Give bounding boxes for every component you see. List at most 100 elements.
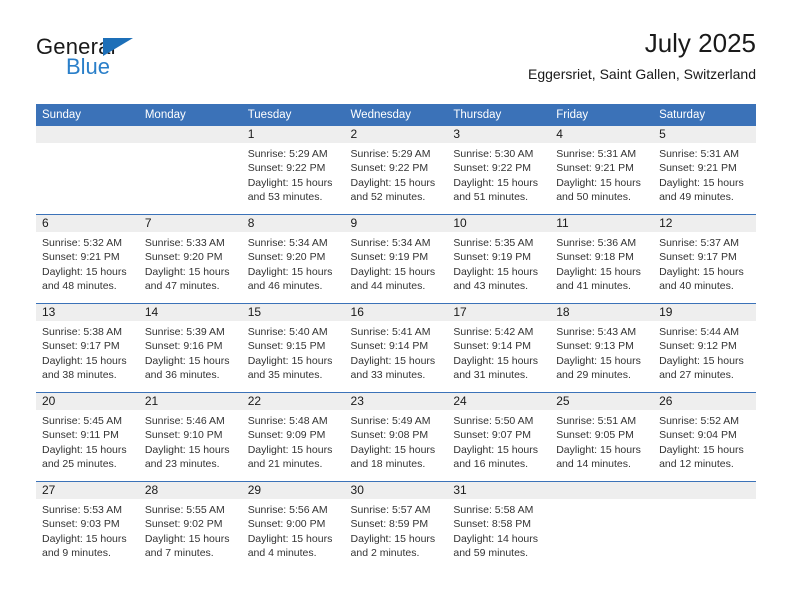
daylight-text-line2: and 2 minutes.: [350, 546, 420, 559]
calendar-day-cell[interactable]: 25 Sunrise: 5:51 AM Sunset: 9:05 PM Dayligh…: [550, 392, 654, 482]
calendar-day-cell[interactable]: 2 Sunrise: 5:29 AM Sunset: 9:22 PM Daylight…: [344, 126, 448, 215]
daylight-text-line1: Daylight: 15 hours: [556, 176, 641, 189]
sunrise-text: Sunrise: 5:33 AM: [144, 237, 225, 249]
calendar-day-cell[interactable]: 13 Sunrise: 5:38 AM Sunset: 9:17 PM Dayligh…: [36, 303, 139, 393]
daylight-text-line2: and 47 minutes.: [144, 279, 220, 292]
daylight-text-line1: Daylight: 15 hours: [42, 532, 127, 545]
sunset-text: Sunset: 9:21 PM: [556, 162, 634, 175]
calendar-day-cell[interactable]: 30 Sunrise: 5:57 AM Sunset: 8:59 PM Dayligh…: [344, 481, 448, 570]
sunset-text: Sunset: 9:14 PM: [350, 340, 429, 353]
sunset-text: Sunset: 9:22 PM: [247, 162, 326, 175]
sunset-text: Sunset: 9:08 PM: [350, 429, 429, 442]
calendar-day-cell[interactable]: 7 Sunrise: 5:33 AM Sunset: 9:20 PM Daylight…: [138, 214, 242, 304]
day-number: [550, 482, 654, 499]
calendar-day-cell[interactable]: 20 Sunrise: 5:45 AM Sunset: 9:11 PM Dayligh…: [36, 392, 139, 482]
daylight-text-line2: and 46 minutes.: [247, 279, 323, 292]
day-details: Sunrise: 5:53 AM Sunset: 9:03 PM Daylight:…: [36, 499, 139, 560]
day-number: 27: [36, 482, 139, 499]
calendar-day-cell[interactable]: 26 Sunrise: 5:52 AM Sunset: 9:04 PM Dayligh…: [653, 392, 756, 482]
calendar-day-cell[interactable]: 5 Sunrise: 5:31 AM Sunset: 9:21 PM Daylight…: [653, 126, 756, 215]
calendar-day-cell[interactable]: 4 Sunrise: 5:31 AM Sunset: 9:21 PM Daylight…: [550, 126, 654, 215]
calendar-day-cell[interactable]: 11 Sunrise: 5:36 AM Sunset: 9:18 PM Dayligh…: [550, 214, 654, 304]
sunrise-text: Sunrise: 5:52 AM: [659, 415, 740, 427]
calendar-day-cell[interactable]: 6 Sunrise: 5:32 AM Sunset: 9:21 PM Daylight…: [36, 214, 139, 304]
calendar-day-cell[interactable]: 21 Sunrise: 5:46 AM Sunset: 9:10 PM Dayligh…: [138, 392, 242, 482]
calendar-day-cell[interactable]: 15 Sunrise: 5:40 AM Sunset: 9:15 PM Dayligh…: [241, 303, 345, 393]
day-details: Sunrise: 5:35 AM Sunset: 9:19 PM Daylight:…: [447, 232, 550, 293]
daylight-text-line1: Daylight: 15 hours: [556, 443, 641, 456]
sunrise-text: Sunrise: 5:31 AM: [659, 148, 740, 160]
sunset-text: Sunset: 9:21 PM: [42, 251, 120, 264]
sunrise-text: Sunrise: 5:50 AM: [453, 415, 534, 427]
daylight-text-line1: Daylight: 15 hours: [556, 354, 641, 367]
calendar-day-cell[interactable]: 16 Sunrise: 5:41 AM Sunset: 9:14 PM Dayligh…: [344, 303, 448, 393]
daylight-text-line1: Daylight: 15 hours: [42, 354, 127, 367]
calendar-day-cell[interactable]: 23 Sunrise: 5:49 AM Sunset: 9:08 PM Dayligh…: [344, 392, 448, 482]
daylight-text-line1: Daylight: 15 hours: [247, 443, 333, 456]
day-details: Sunrise: 5:32 AM Sunset: 9:21 PM Daylight:…: [36, 232, 139, 293]
calendar-day-cell[interactable]: 14 Sunrise: 5:39 AM Sunset: 9:16 PM Dayligh…: [138, 303, 242, 393]
day-number: 20: [36, 393, 139, 410]
title-block: July 2025 Eggersriet, Saint Gallen, Swit…: [528, 28, 756, 83]
day-number: 29: [241, 482, 345, 499]
calendar-day-cell-empty: [36, 126, 139, 215]
day-number: [138, 126, 242, 143]
calendar-day-cell[interactable]: 9 Sunrise: 5:34 AM Sunset: 9:19 PM Daylight…: [344, 214, 448, 304]
day-number: 10: [447, 215, 551, 232]
calendar-week-row: 1 Sunrise: 5:29 AM Sunset: 9:22 PM Daylight…: [36, 126, 756, 215]
day-details: Sunrise: 5:40 AM Sunset: 9:15 PM Daylight:…: [242, 321, 345, 382]
day-number: 23: [344, 393, 448, 410]
daylight-text-line2: and 4 minutes.: [247, 546, 317, 559]
day-details: Sunrise: 5:50 AM Sunset: 9:07 PM Daylight:…: [447, 410, 550, 471]
calendar-day-cell[interactable]: 8 Sunrise: 5:34 AM Sunset: 9:20 PM Daylight…: [241, 214, 345, 304]
day-number: 21: [138, 393, 242, 410]
day-details: Sunrise: 5:34 AM Sunset: 9:20 PM Daylight:…: [242, 232, 345, 293]
day-number: 1: [241, 126, 345, 143]
day-number: [653, 482, 756, 499]
sunrise-text: Sunrise: 5:39 AM: [144, 326, 225, 338]
day-number: 11: [550, 215, 654, 232]
calendar-header-row: Sunday Monday Tuesday Wednesday Thursday Frid…: [36, 104, 756, 126]
calendar-day-cell[interactable]: 19 Sunrise: 5:44 AM Sunset: 9:12 PM Dayligh…: [653, 303, 756, 393]
calendar-day-cell[interactable]: 29 Sunrise: 5:56 AM Sunset: 9:00 PM Dayligh…: [241, 481, 345, 570]
weekday-header-sunday: Sunday: [36, 104, 139, 126]
calendar-day-cell[interactable]: 24 Sunrise: 5:50 AM Sunset: 9:07 PM Dayligh…: [447, 392, 551, 482]
sunrise-text: Sunrise: 5:34 AM: [247, 237, 328, 249]
daylight-text-line1: Daylight: 15 hours: [659, 354, 744, 367]
sunset-text: Sunset: 9:16 PM: [144, 340, 223, 353]
daylight-text-line2: and 59 minutes.: [453, 546, 529, 559]
sunrise-text: Sunrise: 5:34 AM: [350, 237, 431, 249]
sunset-text: Sunset: 9:19 PM: [453, 251, 532, 264]
day-details: Sunrise: 5:45 AM Sunset: 9:11 PM Daylight:…: [36, 410, 139, 471]
sunset-text: Sunset: 9:10 PM: [144, 429, 223, 442]
day-number: 13: [36, 304, 139, 321]
daylight-text-line1: Daylight: 15 hours: [659, 265, 744, 278]
sunset-text: Sunset: 9:18 PM: [556, 251, 634, 264]
daylight-text-line1: Daylight: 15 hours: [42, 443, 127, 456]
daylight-text-line2: and 50 minutes.: [556, 190, 631, 203]
sunset-text: Sunset: 9:20 PM: [144, 251, 223, 264]
calendar-day-cell[interactable]: 10 Sunrise: 5:35 AM Sunset: 9:19 PM Dayligh…: [447, 214, 551, 304]
calendar-day-cell[interactable]: 17 Sunrise: 5:42 AM Sunset: 9:14 PM Dayligh…: [447, 303, 551, 393]
daylight-text-line1: Daylight: 15 hours: [247, 532, 333, 545]
calendar-day-cell[interactable]: 31 Sunrise: 5:58 AM Sunset: 8:58 PM Dayligh…: [447, 481, 551, 570]
sunrise-text: Sunrise: 5:36 AM: [556, 237, 637, 249]
day-number: 22: [241, 393, 345, 410]
sunset-text: Sunset: 9:22 PM: [350, 162, 429, 175]
calendar-day-cell[interactable]: 27 Sunrise: 5:53 AM Sunset: 9:03 PM Dayligh…: [36, 481, 139, 570]
calendar-day-cell[interactable]: 1 Sunrise: 5:29 AM Sunset: 9:22 PM Daylight…: [241, 126, 345, 215]
sunrise-text: Sunrise: 5:37 AM: [659, 237, 740, 249]
daylight-text-line2: and 16 minutes.: [453, 457, 529, 470]
calendar-day-cell[interactable]: 28 Sunrise: 5:55 AM Sunset: 9:02 PM Dayligh…: [138, 481, 242, 570]
calendar-day-cell-empty: [138, 126, 242, 215]
daylight-text-line1: Daylight: 15 hours: [144, 354, 230, 367]
day-number: 19: [653, 304, 756, 321]
calendar-day-cell[interactable]: 3 Sunrise: 5:30 AM Sunset: 9:22 PM Daylight…: [447, 126, 551, 215]
calendar-day-cell[interactable]: 12 Sunrise: 5:37 AM Sunset: 9:17 PM Dayligh…: [653, 214, 756, 304]
day-number: 3: [447, 126, 551, 143]
calendar-day-cell[interactable]: 18 Sunrise: 5:43 AM Sunset: 9:13 PM Dayligh…: [550, 303, 654, 393]
day-details: Sunrise: 5:29 AM Sunset: 9:22 PM Daylight:…: [345, 143, 448, 204]
day-details: Sunrise: 5:44 AM Sunset: 9:12 PM Daylight:…: [653, 321, 756, 382]
calendar-day-cell[interactable]: 22 Sunrise: 5:48 AM Sunset: 9:09 PM Dayligh…: [241, 392, 345, 482]
day-number: 5: [653, 126, 756, 143]
